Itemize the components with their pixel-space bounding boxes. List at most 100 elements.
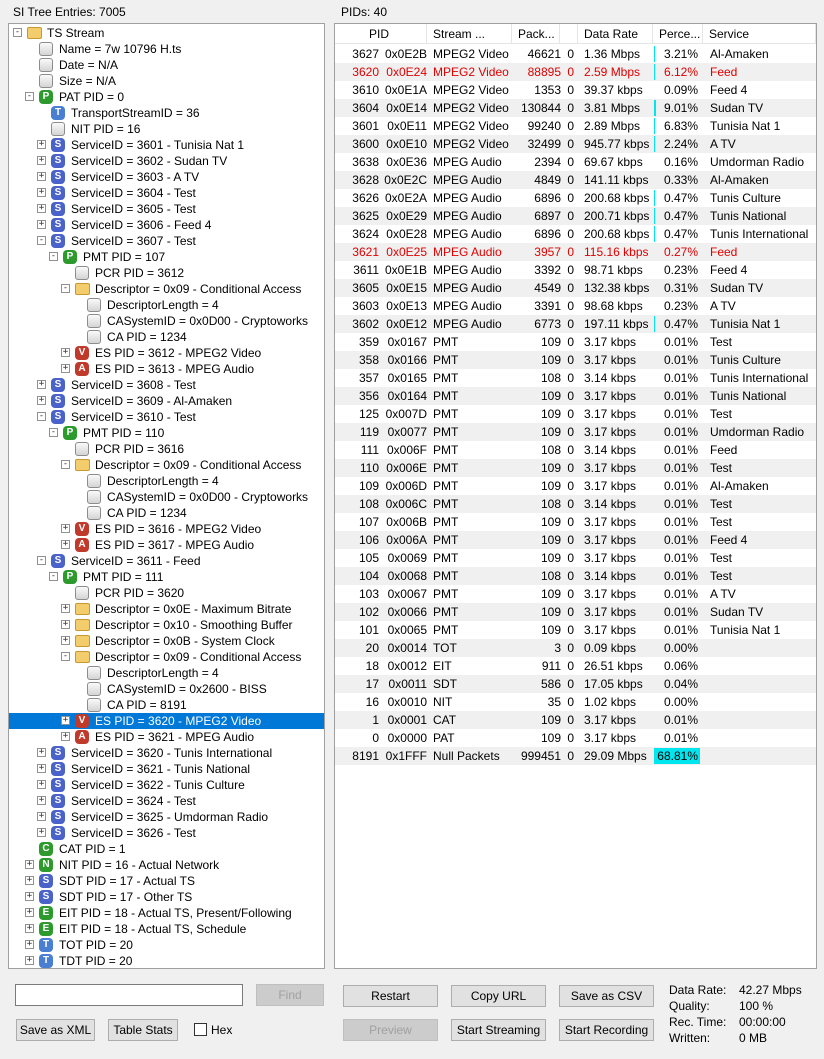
collapse-icon[interactable]: -: [25, 92, 34, 101]
table-row[interactable]: 110 0x006E PMT 109 0 3.17 kbps 0.01% Test: [335, 459, 816, 477]
expand-icon[interactable]: +: [37, 748, 46, 757]
table-row[interactable]: 3611 0x0E1B MPEG Audio 3392 0 98.71 kbps 0.23%…: [335, 261, 816, 279]
table-row[interactable]: 3602 0x0E12 MPEG Audio 6773 0 197.11 kbps 0.47…: [335, 315, 816, 333]
expand-icon[interactable]: +: [25, 892, 34, 901]
expand-icon[interactable]: +: [37, 220, 46, 229]
search-input[interactable]: [15, 984, 243, 1006]
table-row[interactable]: 3620 0x0E24 MPEG2 Video 88895 0 2.59 Mbps 6.12…: [335, 63, 816, 81]
table-row[interactable]: 3627 0x0E2B MPEG2 Video 46621 0 1.36 Mbps 3.21…: [335, 45, 816, 63]
copy-url-button[interactable]: Copy URL: [451, 985, 546, 1007]
expand-icon[interactable]: +: [37, 780, 46, 789]
collapse-icon[interactable]: -: [61, 460, 70, 469]
save-as-xml-button[interactable]: Save as XML: [16, 1019, 95, 1041]
expand-icon[interactable]: +: [25, 876, 34, 885]
collapse-icon[interactable]: -: [49, 428, 58, 437]
expand-icon[interactable]: +: [25, 940, 34, 949]
table-row[interactable]: 3601 0x0E11 MPEG2 Video 99240 0 2.89 Mbps 6.83…: [335, 117, 816, 135]
table-row[interactable]: 109 0x006D PMT 109 0 3.17 kbps 0.01% Al-Amaken: [335, 477, 816, 495]
table-row[interactable]: 3600 0x0E10 MPEG2 Video 32499 0 945.77 kbps 2.…: [335, 135, 816, 153]
table-row[interactable]: 125 0x007D PMT 109 0 3.17 kbps 0.01% Test: [335, 405, 816, 423]
expand-icon[interactable]: +: [61, 636, 70, 645]
column-header-cc[interactable]: [560, 24, 578, 44]
start-streaming-button[interactable]: Start Streaming: [451, 1019, 546, 1041]
expand-icon[interactable]: +: [61, 732, 70, 741]
find-button[interactable]: Find: [256, 984, 324, 1006]
table-row[interactable]: 0 0x0000 PAT 109 0 3.17 kbps 0.01%: [335, 729, 816, 747]
table-row[interactable]: 3610 0x0E1A MPEG2 Video 1353 0 39.37 kbps 0.09…: [335, 81, 816, 99]
expand-icon[interactable]: +: [37, 188, 46, 197]
collapse-icon[interactable]: -: [49, 252, 58, 261]
table-row[interactable]: 102 0x0066 PMT 109 0 3.17 kbps 0.01% Sudan TV: [335, 603, 816, 621]
expand-icon[interactable]: +: [37, 204, 46, 213]
expand-icon[interactable]: +: [25, 924, 34, 933]
table-row[interactable]: 16 0x0010 NIT 35 0 1.02 kbps 0.00%: [335, 693, 816, 711]
expand-icon[interactable]: +: [61, 524, 70, 533]
expand-icon[interactable]: +: [61, 540, 70, 549]
table-row[interactable]: 119 0x0077 PMT 109 0 3.17 kbps 0.01% Umdorman R…: [335, 423, 816, 441]
collapse-icon[interactable]: -: [37, 556, 46, 565]
table-row[interactable]: 8191 0x1FFF Null Packets 999451 0 29.09 Mbps 6…: [335, 747, 816, 765]
expand-icon[interactable]: +: [25, 956, 34, 965]
expand-icon[interactable]: +: [37, 380, 46, 389]
column-header-pid[interactable]: PID: [335, 24, 427, 44]
expand-icon[interactable]: +: [37, 764, 46, 773]
table-row[interactable]: 358 0x0166 PMT 109 0 3.17 kbps 0.01% Tunis Cult…: [335, 351, 816, 369]
collapse-icon[interactable]: -: [37, 412, 46, 421]
column-header-packets[interactable]: Pack...: [512, 24, 560, 44]
table-row[interactable]: 1 0x0001 CAT 109 0 3.17 kbps 0.01%: [335, 711, 816, 729]
expand-icon[interactable]: +: [37, 172, 46, 181]
pid-table[interactable]: PID Stream ... Pack... Data Rate Perce... Ser…: [334, 23, 817, 969]
collapse-icon[interactable]: -: [61, 652, 70, 661]
table-row[interactable]: 18 0x0012 EIT 911 0 26.51 kbps 0.06%: [335, 657, 816, 675]
expand-icon[interactable]: +: [37, 796, 46, 805]
collapse-icon[interactable]: -: [13, 28, 22, 37]
table-row[interactable]: 101 0x0065 PMT 109 0 3.17 kbps 0.01% Tunisia Na…: [335, 621, 816, 639]
table-row[interactable]: 3603 0x0E13 MPEG Audio 3391 0 98.68 kbps 0.23%…: [335, 297, 816, 315]
expand-icon[interactable]: +: [61, 716, 70, 725]
table-row[interactable]: 3604 0x0E14 MPEG2 Video 130844 0 3.81 Mbps 9.0…: [335, 99, 816, 117]
expand-icon[interactable]: +: [37, 812, 46, 821]
column-header-data-rate[interactable]: Data Rate: [578, 24, 653, 44]
column-header-service[interactable]: Service: [703, 24, 816, 44]
table-row[interactable]: 108 0x006C PMT 108 0 3.14 kbps 0.01% Test: [335, 495, 816, 513]
table-row[interactable]: 3624 0x0E28 MPEG Audio 6896 0 200.68 kbps 0.47…: [335, 225, 816, 243]
save-as-csv-button[interactable]: Save as CSV: [559, 985, 654, 1007]
restart-button[interactable]: Restart: [343, 985, 438, 1007]
table-row[interactable]: 107 0x006B PMT 109 0 3.17 kbps 0.01% Test: [335, 513, 816, 531]
column-header-stream-type[interactable]: Stream ...: [427, 24, 512, 44]
table-row[interactable]: 3626 0x0E2A MPEG Audio 6896 0 200.68 kbps 0.47…: [335, 189, 816, 207]
preview-button[interactable]: Preview: [343, 1019, 438, 1041]
table-row[interactable]: 17 0x0011 SDT 586 0 17.05 kbps 0.04%: [335, 675, 816, 693]
hex-checkbox[interactable]: [194, 1023, 207, 1036]
expand-icon[interactable]: +: [37, 828, 46, 837]
table-row[interactable]: 111 0x006F PMT 108 0 3.14 kbps 0.01% Feed: [335, 441, 816, 459]
tree-node[interactable]: + V ES PID = 3620 - MPEG2 Video: [9, 713, 324, 729]
table-row[interactable]: 103 0x0067 PMT 109 0 3.17 kbps 0.01% A TV: [335, 585, 816, 603]
expand-icon[interactable]: +: [61, 604, 70, 613]
si-tree[interactable]: - TS Stream Name = 7w 10796 H.ts Date = N/A…: [8, 23, 325, 969]
expand-icon[interactable]: +: [25, 908, 34, 917]
table-row[interactable]: 106 0x006A PMT 109 0 3.17 kbps 0.01% Feed 4: [335, 531, 816, 549]
table-row[interactable]: 3628 0x0E2C MPEG Audio 4849 0 141.11 kbps 0.33…: [335, 171, 816, 189]
table-row[interactable]: 3621 0x0E25 MPEG Audio 3957 0 115.16 kbps 0.27…: [335, 243, 816, 261]
table-row[interactable]: 356 0x0164 PMT 109 0 3.17 kbps 0.01% Tunis Nati…: [335, 387, 816, 405]
table-row[interactable]: 359 0x0167 PMT 109 0 3.17 kbps 0.01% Test: [335, 333, 816, 351]
expand-icon[interactable]: +: [25, 860, 34, 869]
table-row[interactable]: 3605 0x0E15 MPEG Audio 4549 0 132.38 kbps 0.31…: [335, 279, 816, 297]
expand-icon[interactable]: +: [37, 156, 46, 165]
collapse-icon[interactable]: -: [61, 284, 70, 293]
collapse-icon[interactable]: -: [37, 236, 46, 245]
expand-icon[interactable]: +: [61, 620, 70, 629]
expand-icon[interactable]: +: [37, 140, 46, 149]
table-row[interactable]: 104 0x0068 PMT 108 0 3.14 kbps 0.01% Test: [335, 567, 816, 585]
table-row[interactable]: 105 0x0069 PMT 109 0 3.17 kbps 0.01% Test: [335, 549, 816, 567]
column-header-percent[interactable]: Perce...: [653, 24, 703, 44]
table-row[interactable]: 20 0x0014 TOT 3 0 0.09 kbps 0.00%: [335, 639, 816, 657]
start-recording-button[interactable]: Start Recording: [559, 1019, 654, 1041]
expand-icon[interactable]: +: [61, 364, 70, 373]
table-row[interactable]: 3625 0x0E29 MPEG Audio 6897 0 200.71 kbps 0.47…: [335, 207, 816, 225]
expand-icon[interactable]: +: [61, 348, 70, 357]
table-row[interactable]: 3638 0x0E36 MPEG Audio 2394 0 69.67 kbps 0.16%…: [335, 153, 816, 171]
collapse-icon[interactable]: -: [49, 572, 58, 581]
expand-icon[interactable]: +: [37, 396, 46, 405]
